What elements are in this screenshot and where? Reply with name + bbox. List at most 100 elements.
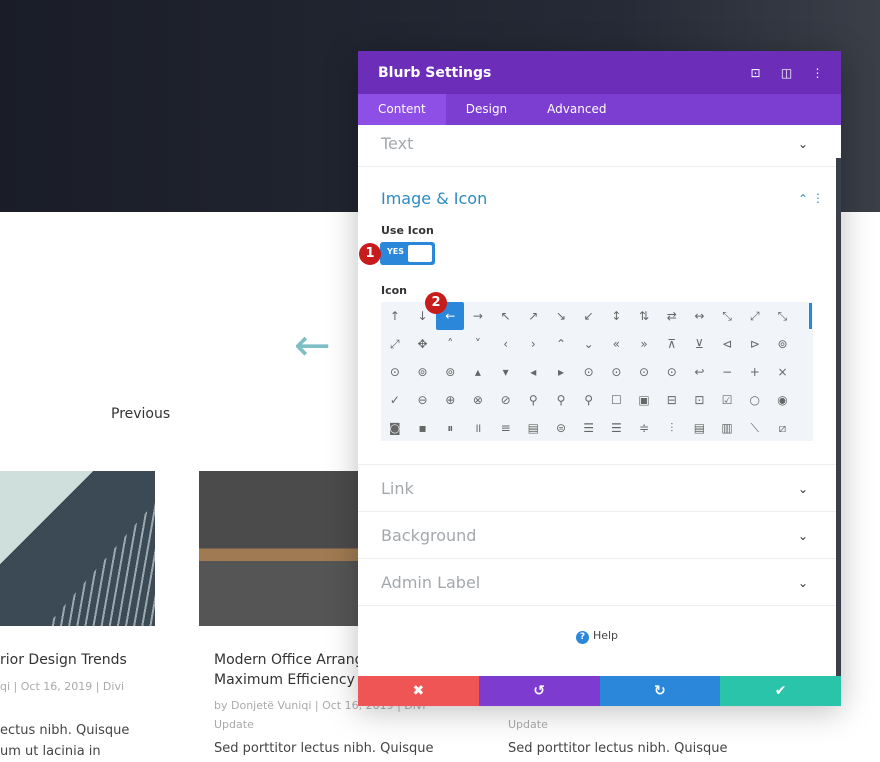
icon-option[interactable]: ⊙ <box>575 358 603 386</box>
icon-option[interactable]: ↩ <box>686 358 714 386</box>
redo-button[interactable]: ↻ <box>599 676 721 706</box>
icon-option[interactable]: ↑ <box>381 302 409 330</box>
icon-option[interactable]: ☐ <box>603 386 631 414</box>
icon-option[interactable]: ☑ <box>713 386 741 414</box>
icon-option[interactable]: ⊗ <box>464 386 492 414</box>
icon-option[interactable]: ▤ <box>519 414 547 442</box>
icon-option[interactable]: ⚲ <box>519 386 547 414</box>
cancel-button[interactable]: ✖ <box>358 676 479 706</box>
icon-option[interactable]: + <box>741 358 769 386</box>
section-link[interactable]: Link ⌄ <box>358 465 836 512</box>
post-image[interactable] <box>0 471 155 626</box>
icon-option[interactable]: ↗ <box>519 302 547 330</box>
icon-option[interactable]: ⊡ <box>686 386 714 414</box>
icon-option[interactable]: ⊙ <box>658 358 686 386</box>
chevron-down-icon[interactable]: ⌄ <box>798 529 808 543</box>
icon-option[interactable]: ⇄ <box>658 302 686 330</box>
icon-option[interactable]: ⟍ <box>741 414 769 442</box>
icon-option[interactable]: ⤢ <box>741 302 769 330</box>
icon-option[interactable]: ◂ <box>519 358 547 386</box>
icon-option[interactable]: ⤡ <box>769 302 797 330</box>
post-image[interactable] <box>199 471 359 626</box>
icon-option[interactable]: ˄ <box>436 330 464 358</box>
use-icon-toggle[interactable]: YES <box>380 242 435 265</box>
split-view-icon[interactable]: ◫ <box>771 66 802 80</box>
tab-advanced[interactable]: Advanced <box>527 94 626 125</box>
section-menu-icon[interactable]: ⋮ <box>812 191 824 205</box>
icon-picker-scrollbar[interactable] <box>809 303 812 329</box>
icon-option[interactable]: ✓ <box>381 386 409 414</box>
icon-option[interactable]: ✥ <box>409 330 437 358</box>
icon-option[interactable]: → <box>464 302 492 330</box>
undo-button[interactable]: ↺ <box>478 676 600 706</box>
chevron-down-icon[interactable]: ⌄ <box>798 137 808 151</box>
icon-option[interactable]: ⊚ <box>769 330 797 358</box>
icon-option[interactable]: ⊻ <box>686 330 714 358</box>
scrollbar[interactable] <box>836 158 841 676</box>
tab-content[interactable]: Content <box>358 94 446 125</box>
icon-option[interactable]: ⊚ <box>436 358 464 386</box>
icon-option[interactable]: ‹ <box>492 330 520 358</box>
icon-option[interactable]: ☰ <box>575 414 603 442</box>
icon-option[interactable]: ↕ <box>603 302 631 330</box>
help-link[interactable]: ? Help <box>358 629 836 644</box>
icon-option[interactable]: ▪ <box>409 414 437 442</box>
icon-option[interactable]: ⊖ <box>409 386 437 414</box>
icon-option[interactable]: ⊳ <box>741 330 769 358</box>
section-title[interactable]: Image & Icon <box>381 189 487 208</box>
icon-option[interactable]: ⤢ <box>381 330 409 358</box>
post-title[interactable]: rior Design Trends <box>0 650 127 670</box>
previous-link[interactable]: Previous <box>111 406 170 422</box>
icon-option[interactable]: ▥ <box>713 414 741 442</box>
icon-option[interactable]: ⌃ <box>547 330 575 358</box>
icon-option[interactable]: » <box>630 330 658 358</box>
section-text[interactable]: Text ⌄ <box>358 125 836 167</box>
icon-option[interactable]: ⌄ <box>575 330 603 358</box>
icon-option[interactable]: ⊙ <box>603 358 631 386</box>
icon-option[interactable]: ⊜ <box>547 414 575 442</box>
icon-option[interactable]: ⊕ <box>436 386 464 414</box>
icon-option[interactable]: ˅ <box>464 330 492 358</box>
section-admin-label[interactable]: Admin Label ⌄ <box>358 559 836 606</box>
icon-option[interactable]: ▣ <box>630 386 658 414</box>
icon-option[interactable]: ⊙ <box>630 358 658 386</box>
icon-option[interactable]: ⇅ <box>630 302 658 330</box>
icon-option[interactable]: ⊲ <box>713 330 741 358</box>
icon-option[interactable]: ⊚ <box>409 358 437 386</box>
icon-option[interactable]: ⤡ <box>713 302 741 330</box>
tab-design[interactable]: Design <box>446 94 527 125</box>
more-options-icon[interactable]: ⋮ <box>802 66 833 80</box>
icon-option[interactable]: ⚲ <box>575 386 603 414</box>
icon-option[interactable]: ↙ <box>575 302 603 330</box>
icon-option[interactable]: ⊟ <box>658 386 686 414</box>
icon-option[interactable]: ↔ <box>686 302 714 330</box>
icon-option[interactable]: − <box>713 358 741 386</box>
icon-option[interactable]: ≡ <box>492 414 520 442</box>
icon-option[interactable]: › <box>519 330 547 358</box>
icon-option[interactable]: ⫶ <box>658 414 686 442</box>
icon-option[interactable]: × <box>769 358 797 386</box>
icon-option[interactable]: ⧄ <box>769 414 797 442</box>
section-background[interactable]: Background ⌄ <box>358 512 836 559</box>
icon-option[interactable]: ⊼ <box>658 330 686 358</box>
icon-option[interactable]: ↖ <box>492 302 520 330</box>
icon-option[interactable]: ☰ <box>603 414 631 442</box>
icon-option[interactable]: ◙ <box>381 414 409 442</box>
icon-option[interactable]: ⚲ <box>547 386 575 414</box>
icon-option[interactable]: ▾ <box>492 358 520 386</box>
icon-option[interactable]: « <box>603 330 631 358</box>
icon-option[interactable]: ⏸ <box>436 414 464 442</box>
icon-option[interactable]: ⊙ <box>381 358 409 386</box>
modal-header[interactable]: Blurb Settings ⊡ ◫ ⋮ <box>358 51 841 94</box>
chevron-up-icon[interactable]: ⌃ <box>798 192 808 206</box>
icon-option[interactable]: ◉ <box>769 386 797 414</box>
icon-option[interactable]: ▤ <box>686 414 714 442</box>
icon-option[interactable]: ▸ <box>547 358 575 386</box>
icon-option[interactable]: ▴ <box>464 358 492 386</box>
post-title[interactable]: Modern Office Arrange Maximum Efficiency <box>214 650 372 690</box>
save-button[interactable]: ✔ <box>720 676 841 706</box>
icon-option[interactable]: ⊘ <box>492 386 520 414</box>
chevron-down-icon[interactable]: ⌄ <box>798 576 808 590</box>
icon-option[interactable]: ↘ <box>547 302 575 330</box>
chevron-down-icon[interactable]: ⌄ <box>798 482 808 496</box>
